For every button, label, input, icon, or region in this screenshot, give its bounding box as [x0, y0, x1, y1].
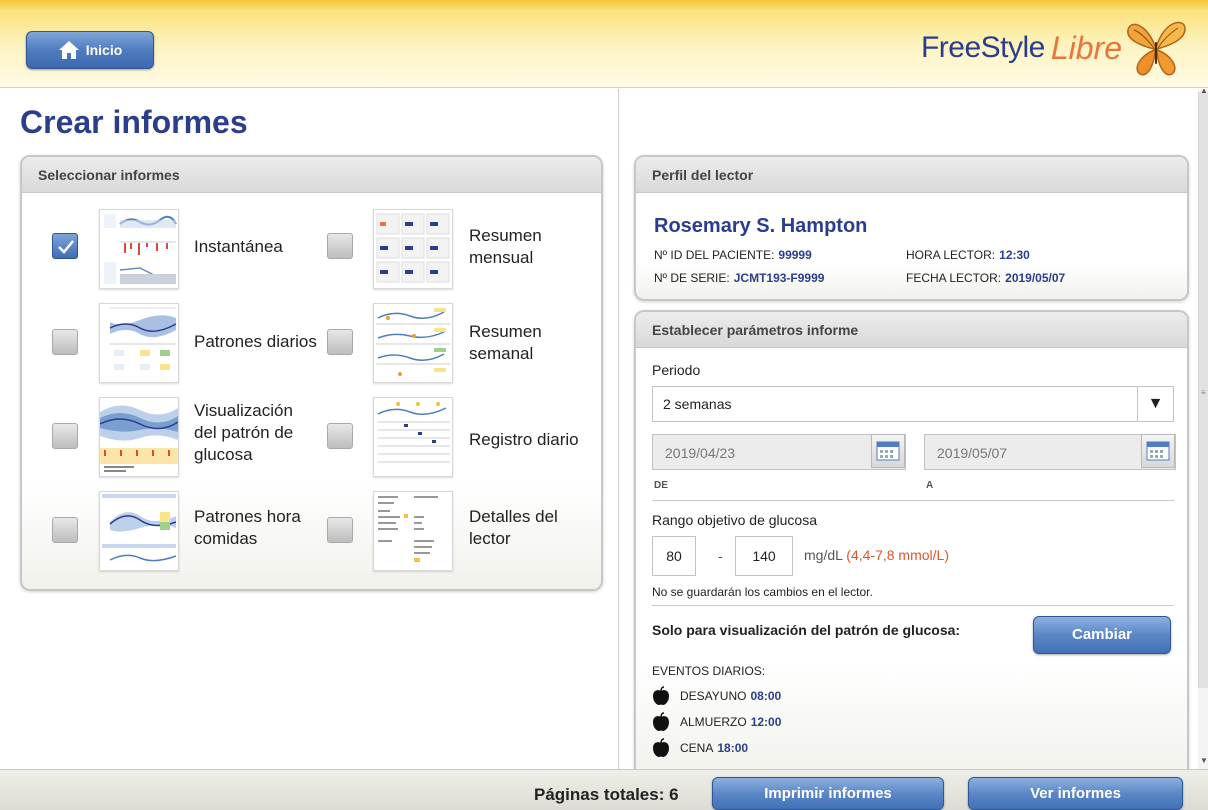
freestyle-libre-logo: FreeStyle Libre [921, 18, 1188, 78]
apple-icon [653, 738, 669, 757]
label-detalles-lector: Detalles del lector [469, 507, 558, 548]
dinner-time: 18:00 [717, 741, 749, 755]
event-dinner: CENA 18:00 [652, 738, 748, 758]
checkbox-detalles-lector[interactable] [327, 517, 353, 543]
calendar-from-icon[interactable] [871, 434, 905, 468]
serial-value: JCMT193-F9999 [733, 271, 825, 285]
range-high-input[interactable]: 140 [735, 536, 793, 576]
label-patrones-diarios: Patrones diarios [194, 332, 317, 351]
thumbnail-visualizacion-patron [99, 397, 179, 477]
select-reports-title: Seleccionar informes [22, 157, 601, 193]
lunch-time: 12:00 [750, 715, 782, 729]
report-parameters-panel: Establecer parámetros informe Periodo 2 … [634, 310, 1189, 780]
app-header: Inicio FreeStyle Libre [0, 0, 1208, 88]
scroll-down-arrow-icon[interactable]: ▼ [1200, 756, 1208, 765]
checkbox-resumen-semanal[interactable] [327, 329, 353, 355]
print-reports-button[interactable]: Imprimir informes [712, 777, 944, 810]
event-breakfast: DESAYUNO 08:00 [652, 686, 781, 706]
patient-id-value: 99999 [778, 248, 812, 262]
home-button-label: Inicio [85, 42, 123, 58]
select-reports-panel: Seleccionar informes Instantánea Resumen… [20, 155, 603, 591]
home-icon [58, 41, 79, 59]
breakfast-time: 08:00 [750, 689, 782, 703]
apple-icon [653, 712, 669, 731]
view-reports-button[interactable]: Ver informes [968, 777, 1183, 810]
checkbox-registro-diario[interactable] [327, 423, 353, 449]
label-resumen-mensual: Resumen mensual [469, 226, 542, 267]
range-units: mg/dL (4,4-7,8 mmol/L) [804, 547, 949, 563]
date-from-field[interactable]: 2019/04/23 [652, 434, 906, 470]
thumbnail-instantanea [99, 209, 179, 289]
no-save-note: No se guardarán los cambios en el lector… [652, 585, 873, 599]
brand-text: FreeStyle [920, 31, 1045, 64]
reader-profile-panel: Perfil del lector Rosemary S. Hampton Nº… [634, 155, 1189, 301]
patient-id-row: Nº ID DEL PACIENTE: 99999 [654, 248, 812, 262]
checkbox-visualizacion-patron[interactable] [52, 423, 78, 449]
reader-profile-title: Perfil del lector [636, 157, 1187, 193]
thumbnail-patrones-hora-comidas [99, 491, 179, 571]
range-low-input[interactable]: 80 [652, 536, 696, 576]
total-pages: Páginas totales: 6 [534, 785, 679, 804]
change-button[interactable]: Cambiar [1033, 616, 1171, 654]
scroll-grip-icon: ≡ [1201, 388, 1206, 397]
scroll-up-arrow-icon[interactable]: ▲ [1200, 86, 1208, 95]
range-separator: - [718, 548, 723, 564]
checkbox-instantanea[interactable] [52, 233, 78, 259]
checkbox-patrones-diarios[interactable] [52, 329, 78, 355]
date-to-label: A [926, 480, 934, 491]
agp-only-label: Solo para visualización del patrón de gl… [652, 622, 961, 638]
reader-date-row: FECHA LECTOR: 2019/05/07 [906, 271, 1066, 285]
patient-name: Rosemary S. Hampton [654, 215, 868, 237]
period-select[interactable]: 2 semanas ▼ [652, 386, 1174, 422]
home-button[interactable]: Inicio [26, 31, 154, 69]
page-title: Crear informes [20, 104, 248, 140]
checkbox-resumen-mensual[interactable] [327, 233, 353, 259]
range-mmol: (4,4-7,8 mmol/L) [846, 547, 949, 563]
report-parameters-title: Establecer parámetros informe [636, 312, 1187, 348]
daily-events-label: EVENTOS DIARIOS: [652, 664, 766, 678]
thumbnail-resumen-semanal [373, 303, 453, 383]
checkmark-icon [58, 240, 74, 254]
date-from-label: DE [654, 480, 668, 491]
glucose-range-label: Rango objetivo de glucosa [652, 512, 818, 528]
reader-time-value: 12:30 [999, 248, 1030, 262]
brand-accent: Libre [1050, 29, 1122, 66]
label-instantanea: Instantánea [194, 237, 283, 256]
apple-icon [653, 686, 669, 705]
butterfly-icon [1127, 21, 1186, 76]
reader-time-row: HORA LECTOR: 12:30 [906, 248, 1030, 262]
separator [652, 605, 1174, 606]
label-registro-diario: Registro diario [469, 430, 579, 449]
period-value: 2 semanas [663, 396, 732, 412]
thumbnail-resumen-mensual [373, 209, 453, 289]
thumbnail-patrones-diarios [99, 303, 179, 383]
reader-date-value: 2019/05/07 [1005, 271, 1066, 285]
event-lunch: ALMUERZO 12:00 [652, 712, 781, 732]
period-label: Periodo [652, 362, 701, 378]
label-visualizacion-patron: Visualización del patrón de glucosa [194, 401, 294, 464]
separator [652, 500, 1174, 501]
serial-row: Nº DE SERIE: JCMT193-F9999 [654, 271, 825, 285]
calendar-to-icon[interactable] [1141, 434, 1175, 468]
date-to-field[interactable]: 2019/05/07 [924, 434, 1176, 470]
column-divider [618, 89, 619, 769]
dropdown-arrow-icon[interactable]: ▼ [1137, 387, 1173, 421]
label-resumen-semanal: Resumen semanal [469, 322, 542, 363]
thumbnail-registro-diario [373, 397, 453, 477]
checkbox-patrones-hora-comidas[interactable] [52, 517, 78, 543]
thumbnail-detalles-lector [373, 491, 453, 571]
label-patrones-hora-comidas: Patrones hora comidas [194, 507, 301, 548]
